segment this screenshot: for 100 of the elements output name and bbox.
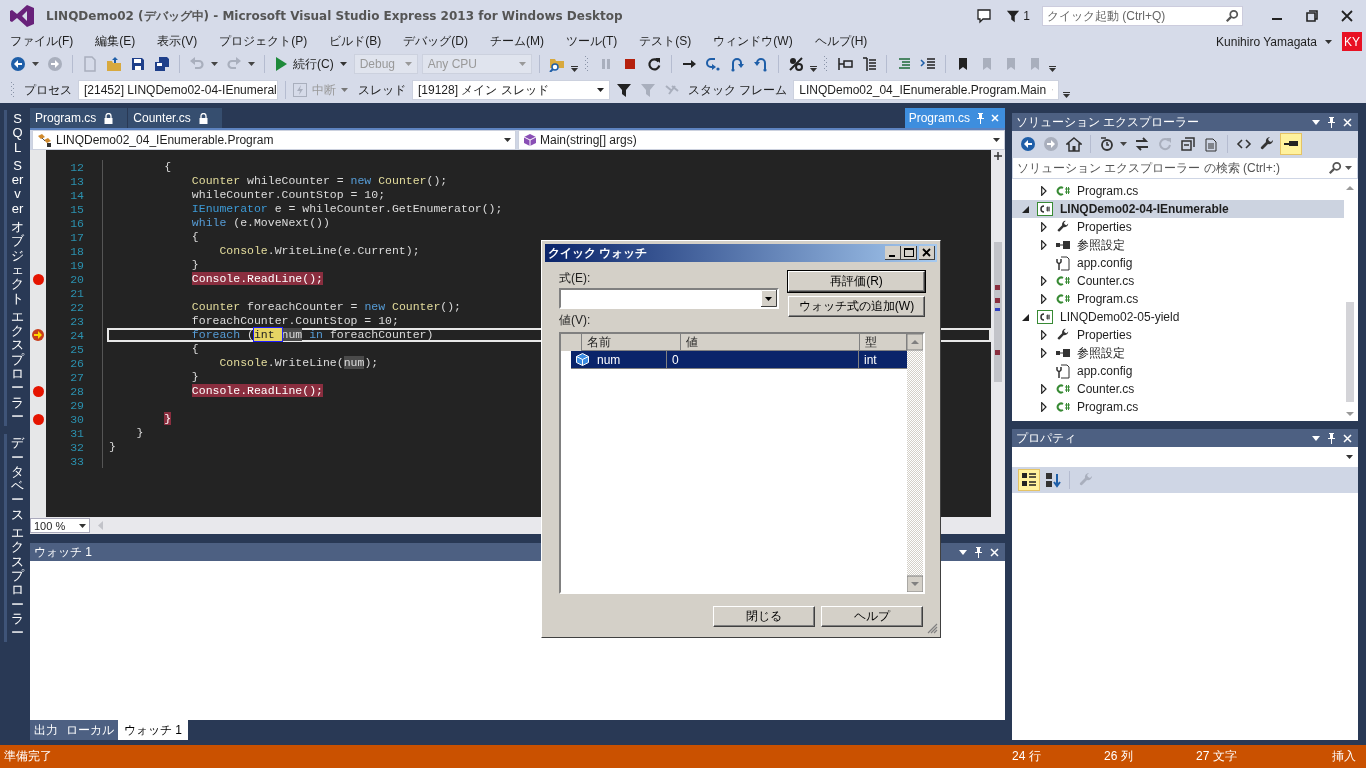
tree-item[interactable]: Program.cs [1077,184,1139,198]
collapsed-icon[interactable] [1041,186,1047,196]
restart-icon[interactable] [645,56,662,72]
notifications-button[interactable]: 1 [1006,9,1030,23]
menu-item[interactable]: ツール(T) [560,33,624,50]
close-icon[interactable] [1341,10,1353,22]
indent-icon[interactable] [836,56,853,72]
user-menu[interactable]: Kunihiro Yamagata [1216,34,1332,49]
open-folder-icon[interactable] [106,56,122,72]
overflow-icon[interactable] [1063,92,1071,98]
pin-icon[interactable] [974,546,983,558]
continue-button[interactable]: 続行(C) [272,55,350,73]
dropdown-icon[interactable] [1312,435,1320,441]
tree-item[interactable]: Counter.cs [1077,274,1135,288]
expanded-icon[interactable] [1021,205,1029,213]
thread-dropdown[interactable]: [19128] メイン スレッド [412,80,610,100]
filter-icon[interactable] [616,82,632,98]
close-icon[interactable] [919,246,935,260]
home-icon[interactable] [1066,136,1082,152]
user-avatar[interactable]: KY [1342,31,1362,52]
minimize-icon[interactable] [885,246,901,260]
clock-icon[interactable] [1099,136,1115,152]
collapsed-icon[interactable] [1041,348,1047,358]
pin-icon[interactable] [1327,432,1336,444]
back-icon[interactable] [10,56,26,72]
resize-grip-icon[interactable] [927,623,938,634]
save-all-icon[interactable] [154,56,170,72]
zoom-dropdown[interactable]: 100 % [30,518,90,533]
side-tab-label[interactable]: エクスプローラー [11,526,24,641]
collapsed-icon[interactable] [1041,276,1047,286]
side-tab-label[interactable]: データベース [11,436,24,522]
menu-item[interactable]: プロジェクト(P) [213,33,314,50]
collapse-all-icon[interactable] [1180,136,1196,152]
tree-item[interactable]: 参照設定 [1077,236,1125,254]
expression-field[interactable] [559,288,779,309]
breakpoint-icon[interactable] [32,385,44,397]
collapsed-icon[interactable] [1041,294,1047,304]
categorized-icon[interactable] [1018,469,1040,491]
expanded-icon[interactable] [1021,313,1029,321]
selected-row[interactable]: LINQDemo02-04-IEnumerable [1012,200,1344,218]
grip-handle[interactable] [823,55,828,73]
tree-item[interactable]: Program.cs [1077,292,1139,306]
collapsed-icon[interactable] [1041,402,1047,412]
type-dropdown[interactable]: LINQDemo02_04_IEnumerable.Program [32,130,516,150]
feedback-icon[interactable] [976,8,993,24]
step-into-icon[interactable] [704,56,721,72]
breakpoint-icon[interactable] [32,273,44,285]
pin-icon[interactable] [1327,116,1336,128]
panel-tab[interactable]: 出力 [30,720,62,740]
sync-icon[interactable] [1134,136,1150,152]
menu-item[interactable]: テスト(S) [633,33,698,50]
uncomment-icon[interactable] [919,56,936,72]
collapsed-icon[interactable] [1041,222,1047,232]
menu-item[interactable]: 編集(E) [89,33,142,50]
grip-handle[interactable] [584,55,589,73]
add-watch-button[interactable]: ウォッチ式の追加(W) [788,296,925,317]
sort-alphabetical-icon[interactable] [1045,472,1061,488]
breakpoints-icon[interactable] [787,56,804,72]
process-dropdown[interactable]: [21452] LINQDemo02-04-IEnumeral [78,80,278,100]
reevaluate-button[interactable]: 再評価(R) [788,271,925,292]
tree-item[interactable]: Counter.cs [1077,382,1135,396]
show-all-files-icon[interactable] [1203,136,1219,152]
dropdown-button-icon[interactable] [761,290,777,307]
side-tab-label[interactable]: オブジェクト [11,220,24,306]
back-icon[interactable] [1020,136,1036,152]
vertical-scrollbar[interactable] [991,150,1005,517]
watch-row[interactable]: num 0 int [571,351,909,368]
grip-handle[interactable] [11,81,15,99]
side-tab-label[interactable]: エクスプローラー [11,309,24,425]
tree-item[interactable]: Properties [1077,328,1132,342]
help-button[interactable]: ヘルプ [821,606,923,627]
tree-item[interactable]: app.config [1077,256,1133,270]
folder-search-icon[interactable] [548,56,565,72]
menu-item[interactable]: ビルド(B) [323,33,388,50]
overflow-icon[interactable] [1048,66,1056,72]
side-tab-label[interactable]: Server [11,158,24,217]
collapsed-icon[interactable] [1041,330,1047,340]
document-tab[interactable]: Counter.cs [128,108,222,128]
quick-launch-field[interactable]: クイック起動 (Ctrl+Q) [1042,6,1243,26]
search-field[interactable]: ソリューション エクスプローラー の検索 (Ctrl+:) [1012,157,1358,179]
step-out-icon[interactable] [752,56,769,72]
menu-item[interactable]: 表示(V) [151,33,204,50]
overflow-icon[interactable] [570,66,578,72]
close-button[interactable]: 閉じる [713,606,815,627]
collapsed-icon[interactable] [1041,384,1047,394]
collapsed-icon[interactable] [1041,240,1047,250]
tree-item[interactable]: Program.cs [1077,400,1139,414]
menu-item[interactable]: ヘルプ(H) [808,33,874,50]
menu-item[interactable]: ファイル(F) [4,33,80,50]
breakpoint-icon[interactable] [32,413,44,425]
stack-frame-dropdown[interactable]: LINQDemo02_04_IEnumerable.Program.Main [793,80,1060,100]
panel-tab[interactable]: ウォッチ 1 [118,720,188,740]
document-tab[interactable]: Program.cs [30,108,128,128]
pin-icon[interactable] [976,112,985,124]
vertical-scrollbar[interactable] [907,334,923,592]
tree-item[interactable]: app.config [1077,364,1133,378]
dropdown-icon[interactable] [1312,119,1320,125]
maximize-icon[interactable] [901,246,917,260]
preview-icon[interactable] [1280,133,1302,155]
panel-tab[interactable]: ローカル [62,720,118,740]
